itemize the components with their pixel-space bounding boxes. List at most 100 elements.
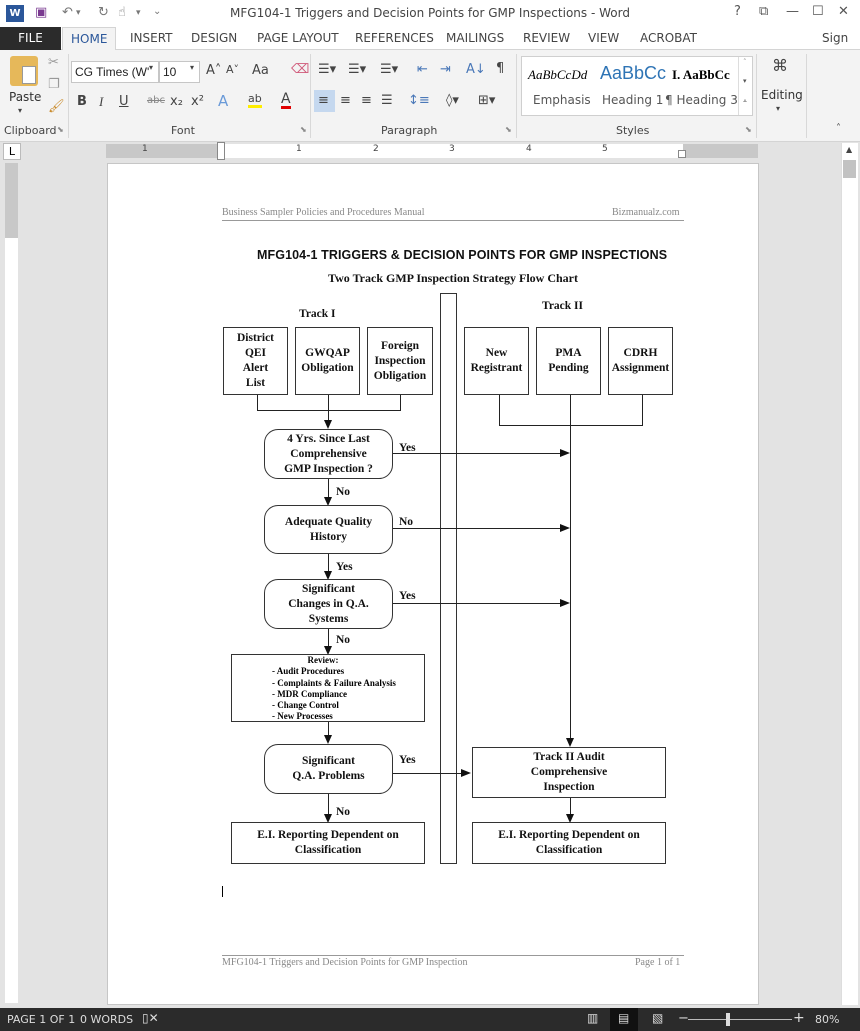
font-name-combobox[interactable]: CG Times (W' [71, 61, 159, 83]
tab-view[interactable]: VIEW [580, 27, 627, 50]
borders-icon[interactable]: ⊞▾ [478, 93, 495, 108]
tab-acrobat[interactable]: ACROBAT [632, 27, 705, 50]
grow-font-icon[interactable]: A˄ [206, 63, 221, 78]
close-icon[interactable]: ✕ [838, 4, 849, 19]
italic-button[interactable]: I [99, 94, 103, 110]
style-heading1-preview[interactable]: AaBbCc [600, 63, 666, 84]
zoom-level[interactable]: 80% [815, 1013, 839, 1026]
find-binoculars-icon[interactable]: ⌘ [772, 56, 788, 75]
numbering-icon[interactable]: ☰▾ [348, 62, 366, 77]
style-emphasis-preview[interactable]: AaBbCcDd [528, 67, 587, 83]
zoom-in-button[interactable]: + [793, 1010, 805, 1026]
format-painter-icon[interactable]: 🖌 [48, 99, 65, 114]
tab-design[interactable]: DESIGN [183, 27, 245, 50]
paste-icon[interactable] [10, 56, 38, 86]
tab-insert[interactable]: INSERT [122, 27, 181, 50]
tab-page-layout[interactable]: PAGE LAYOUT [249, 27, 347, 50]
bullets-icon[interactable]: ☰▾ [318, 62, 336, 77]
decrease-indent-icon[interactable]: ⇤ [417, 62, 428, 77]
proofing-icon[interactable]: ▯✕ [142, 1011, 159, 1025]
align-right-icon[interactable]: ≡ [361, 93, 372, 108]
web-layout-icon[interactable]: ▧ [652, 1011, 663, 1025]
font-color-button[interactable]: A [281, 92, 291, 109]
style-heading1-label[interactable]: Heading 1 [602, 93, 663, 107]
paste-dropdown-icon[interactable]: ▾ [18, 106, 22, 115]
styles-scroll-up-icon[interactable]: ˄ [743, 58, 747, 66]
styles-more-icon[interactable]: ⩡ [743, 97, 747, 106]
review-item: - Change Control [272, 700, 339, 711]
font-size-dropdown-icon[interactable]: ▾ [190, 63, 194, 72]
style-emphasis-label[interactable]: Emphasis [533, 93, 591, 107]
tab-selector[interactable]: L [3, 143, 21, 160]
subscript-button[interactable]: x₂ [170, 94, 183, 109]
box-text: GWQAP Obligation [301, 347, 354, 374]
d2-no-label: No [399, 516, 414, 528]
tab-mailings[interactable]: MAILINGS [438, 27, 512, 50]
document-page[interactable]: Business Sampler Policies and Procedures… [107, 163, 759, 1005]
change-case-icon[interactable]: Aa [252, 63, 269, 78]
scrollbar-thumb[interactable] [843, 160, 856, 178]
tab-home[interactable]: HOME [62, 27, 117, 51]
style-heading3-preview[interactable]: I. AaBbCc [672, 67, 730, 83]
shrink-font-icon[interactable]: A˅ [226, 63, 239, 76]
vertical-scrollbar[interactable]: ▲ [841, 143, 858, 1005]
horizontal-ruler[interactable]: 1 1 2 3 4 5 [106, 142, 758, 160]
ribbon-display-options-icon[interactable]: ⧉ [759, 4, 768, 19]
underline-button[interactable]: U [119, 94, 129, 109]
superscript-button[interactable]: x² [191, 94, 204, 109]
arrow-right [560, 524, 570, 532]
tab-review[interactable]: REVIEW [515, 27, 578, 50]
editing-dropdown-icon[interactable]: ▾ [776, 104, 780, 113]
header-right: Bizmanualz.com [612, 207, 680, 218]
font-launcher-icon[interactable]: ⬊ [300, 125, 307, 134]
clear-formatting-icon[interactable]: ⌫ [291, 62, 309, 77]
strikethrough-button[interactable]: abc [147, 95, 165, 106]
scroll-up-icon[interactable]: ▲ [846, 145, 852, 154]
tab-references[interactable]: REFERENCES [347, 27, 442, 50]
align-center-icon[interactable]: ≡ [340, 93, 351, 108]
separator [756, 54, 757, 138]
text-effects-button[interactable]: A [218, 92, 228, 110]
clipboard-launcher-icon[interactable]: ⬊ [57, 125, 64, 134]
sort-icon[interactable]: A↓ [466, 62, 486, 77]
highlight-color-button[interactable]: ab [248, 92, 262, 108]
header-left: Business Sampler Policies and Procedures… [222, 207, 425, 218]
indent-marker[interactable] [217, 142, 225, 160]
show-formatting-icon[interactable]: ¶ [496, 61, 504, 76]
connector [499, 425, 643, 426]
paste-button[interactable]: Paste [9, 90, 41, 104]
review-title: Review: [307, 655, 339, 665]
sign-in-link[interactable]: Sign in [814, 27, 860, 68]
tab-file[interactable]: FILE [0, 27, 61, 50]
print-layout-icon: ▤ [618, 1011, 630, 1025]
decision-qa-changes: Significant Changes in Q.A. Systems [264, 579, 393, 629]
read-mode-icon[interactable]: ▥ [587, 1011, 598, 1025]
paragraph-launcher-icon[interactable]: ⬊ [505, 125, 512, 134]
align-left-button[interactable]: ≡ [314, 90, 335, 112]
help-icon[interactable]: ? [734, 4, 741, 19]
multilevel-list-icon[interactable]: ☰▾ [380, 62, 398, 77]
styles-scrollbar[interactable]: ˄ ▾ ⩡ [738, 57, 753, 115]
minimize-icon[interactable]: — [786, 4, 799, 19]
styles-launcher-icon[interactable]: ⬊ [745, 125, 752, 134]
editing-button[interactable]: Editing [761, 88, 803, 102]
maximize-icon[interactable]: ☐ [812, 4, 824, 19]
font-name-dropdown-icon[interactable]: ▾ [149, 63, 153, 72]
zoom-slider-thumb[interactable] [726, 1013, 731, 1026]
line-spacing-icon[interactable]: ↕≡ [408, 93, 430, 108]
page-count[interactable]: PAGE 1 OF 1 [7, 1013, 75, 1026]
shading-icon[interactable]: ◊▾ [446, 93, 459, 108]
bold-button[interactable]: B [77, 94, 87, 109]
print-layout-button[interactable]: ▤ [610, 1008, 638, 1031]
vertical-ruler[interactable] [5, 163, 18, 1003]
styles-scroll-down-icon[interactable]: ▾ [743, 77, 747, 85]
word-count[interactable]: 0 WORDS [80, 1013, 133, 1026]
copy-icon[interactable]: ❐ [48, 77, 60, 92]
style-heading3-label[interactable]: ¶ Heading 3 [665, 93, 738, 107]
cut-icon[interactable]: ✂ [48, 55, 59, 70]
collapse-ribbon-icon[interactable]: ˄ [836, 123, 841, 134]
increase-indent-icon[interactable]: ⇥ [440, 62, 451, 77]
justify-icon[interactable]: ☰ [381, 93, 393, 108]
zoom-slider-track[interactable] [688, 1019, 792, 1020]
right-indent-marker[interactable] [678, 150, 686, 158]
